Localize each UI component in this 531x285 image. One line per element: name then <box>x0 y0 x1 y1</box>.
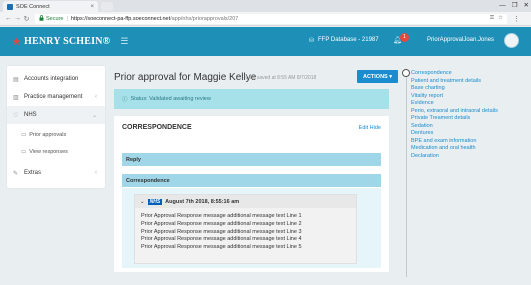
edit-hide-links[interactable]: Edit Hide <box>359 125 381 131</box>
favicon-icon <box>7 3 13 10</box>
message-header[interactable]: ⌄ NHS August 7th 2018, 8:55:16 am <box>135 195 356 208</box>
document-icon: ▭ <box>21 149 27 155</box>
window-controls: — ❐ ✕ <box>499 0 529 11</box>
address-bar: ← → ↻ Secure | https://soeconnect-pa-ffp… <box>0 12 531 26</box>
section-link-correspondence[interactable]: Correspondence <box>411 70 498 78</box>
notification-badge: 1 <box>400 33 409 42</box>
building-icon: ▥ <box>13 94 19 101</box>
page-title: Prior approval for Maggie Kellye <box>114 72 257 83</box>
section-nav-track <box>406 77 407 277</box>
sidebar-subitem-label: View responses <box>29 149 68 155</box>
document-icon: ▭ <box>21 132 27 138</box>
message-date: August 7th 2018, 8:55:16 am <box>165 198 240 205</box>
sidebar: ▤ Accounts integration ▥ Practice manage… <box>7 66 105 188</box>
maximize-icon[interactable]: ❐ <box>512 0 518 11</box>
section-nav: Correspondence Patient and treatment det… <box>411 70 498 160</box>
user-name[interactable]: PriorApprovalJoan.Jones <box>427 37 494 43</box>
section-link-dentures[interactable]: Dentures <box>411 130 498 138</box>
forward-icon[interactable]: → <box>13 15 22 22</box>
stack-icon: ▤ <box>13 76 19 83</box>
database-icon: ⛁ <box>309 38 315 44</box>
sidebar-item-label: NHS <box>24 112 37 118</box>
section-nav-current-marker <box>402 69 410 77</box>
nhs-logo: NHS <box>147 198 163 205</box>
info-icon: ⓘ <box>122 97 128 103</box>
reload-icon[interactable]: ↻ <box>22 15 31 23</box>
url-path: /app/nhs/priorapprovals/207 <box>170 15 239 22</box>
sidebar-item-nhs[interactable]: ♡ NHS ⌄ <box>7 106 105 124</box>
url-input[interactable]: Secure | https://soeconnect-pa-ffp.soeco… <box>35 13 507 24</box>
chevron-down-icon[interactable]: ⌄ <box>140 199 145 205</box>
secure-label: Secure <box>46 15 64 22</box>
section-link-medication[interactable]: Medication and oral health <box>411 145 498 153</box>
sidebar-item-label: Accounts integration <box>24 76 79 82</box>
correspondence-title: CORRESPONDENCE <box>122 124 192 131</box>
message-card: ⌄ NHS August 7th 2018, 8:55:16 am Prior … <box>134 194 357 264</box>
actions-button[interactable]: ACTIONS ▾ <box>357 70 398 83</box>
henry-schein-star-icon <box>12 37 21 46</box>
sidebar-subitem-view-responses[interactable]: ▭ View responses <box>21 149 68 155</box>
message-line: Prior Approval Response message addition… <box>141 213 302 219</box>
message-line: Prior Approval Response message addition… <box>141 220 302 227</box>
chevron-down-icon: ⌄ <box>91 112 97 119</box>
sidebar-item-extras[interactable]: ✎ Extras ‹ <box>7 164 105 182</box>
section-link-evidence[interactable]: Evidence <box>411 100 498 108</box>
close-window-icon[interactable]: ✕ <box>524 0 529 11</box>
heart-icon: ♡ <box>13 112 19 119</box>
message-line: Prior Approval Response message addition… <box>141 236 302 243</box>
message-line: Prior Approval Response message addition… <box>141 244 302 251</box>
status-text: Status: Validated awaiting review <box>130 96 211 102</box>
sidebar-subitem-label: Prior approvals <box>29 132 67 138</box>
star-icon[interactable]: ☆ <box>498 15 503 22</box>
omnibox-actions: ⚿ ☆ <box>490 15 503 22</box>
section-link-private-treatment[interactable]: Private Treament details <box>411 115 498 123</box>
sidebar-item-accounts-integration[interactable]: ▤ Accounts integration <box>7 70 105 88</box>
app-header: HENRY SCHEIN® ☰ ⛁ FFP Database - 21987 🔔… <box>0 27 531 56</box>
avatar[interactable] <box>504 33 519 48</box>
section-link-bpe-exam[interactable]: BPE and exam information <box>411 138 498 146</box>
sidebar-item-label: Practice management <box>24 94 83 100</box>
sidebar-item-label: Extras <box>24 170 42 176</box>
status-banner: ⓘ Status: Validated awaiting review <box>114 89 389 109</box>
brand-logo[interactable]: HENRY SCHEIN® <box>12 36 110 47</box>
section-link-sedation[interactable]: Sedation <box>411 123 498 131</box>
correspondence-card: CORRESPONDENCE Edit Hide Reply Correspon… <box>114 116 389 272</box>
chevron-left-icon: ‹ <box>95 170 97 176</box>
wrench-icon: ✎ <box>13 170 19 177</box>
minimize-icon[interactable]: — <box>499 0 506 11</box>
correspondence-panel-body: ⌄ NHS August 7th 2018, 8:55:16 am Prior … <box>122 188 381 268</box>
hamburger-menu-icon[interactable]: ☰ <box>120 36 128 47</box>
sidebar-item-practice-management[interactable]: ▥ Practice management ‹ <box>7 88 105 106</box>
last-saved-text: Last saved at 8:55 AM 8/7/2018 <box>246 75 317 81</box>
url-separator: | <box>66 15 68 22</box>
lock-icon <box>39 14 44 23</box>
message-body: Prior Approval Response message addition… <box>141 213 302 252</box>
back-icon[interactable]: ← <box>4 15 13 22</box>
section-link-patient-treatment[interactable]: Patient and treatment details <box>411 78 498 86</box>
section-link-declaration[interactable]: Declaration <box>411 153 498 161</box>
section-link-perio-details[interactable]: Perio, extraoral and intraoral details <box>411 108 498 116</box>
database-label[interactable]: FFP Database - 21987 <box>318 37 379 43</box>
brand-name: HENRY SCHEIN® <box>24 36 111 47</box>
reply-panel-header[interactable]: Reply <box>122 153 381 166</box>
browser-tab[interactable]: SOE Connect × <box>3 1 98 12</box>
browser-menu-icon[interactable]: ⋮ <box>513 15 520 23</box>
correspondence-panel-header[interactable]: Correspondence <box>122 174 381 187</box>
section-link-vitality-report[interactable]: Vitality report <box>411 93 498 101</box>
new-tab-button[interactable] <box>101 2 113 11</box>
section-link-base-charting[interactable]: Base charting <box>411 85 498 93</box>
sidebar-subitem-prior-approvals[interactable]: ▭ Prior approvals <box>21 132 66 138</box>
chevron-left-icon: ‹ <box>95 94 97 100</box>
key-icon[interactable]: ⚿ <box>490 15 494 22</box>
tab-title: SOE Connect <box>16 3 50 10</box>
tab-close-icon[interactable]: × <box>90 4 94 10</box>
url-host: https://soeconnect-pa-ffp.soeconnect.net <box>70 15 171 22</box>
message-line: Prior Approval Response message addition… <box>141 228 302 235</box>
browser-tab-bar: SOE Connect × — ❐ ✕ <box>0 0 531 12</box>
